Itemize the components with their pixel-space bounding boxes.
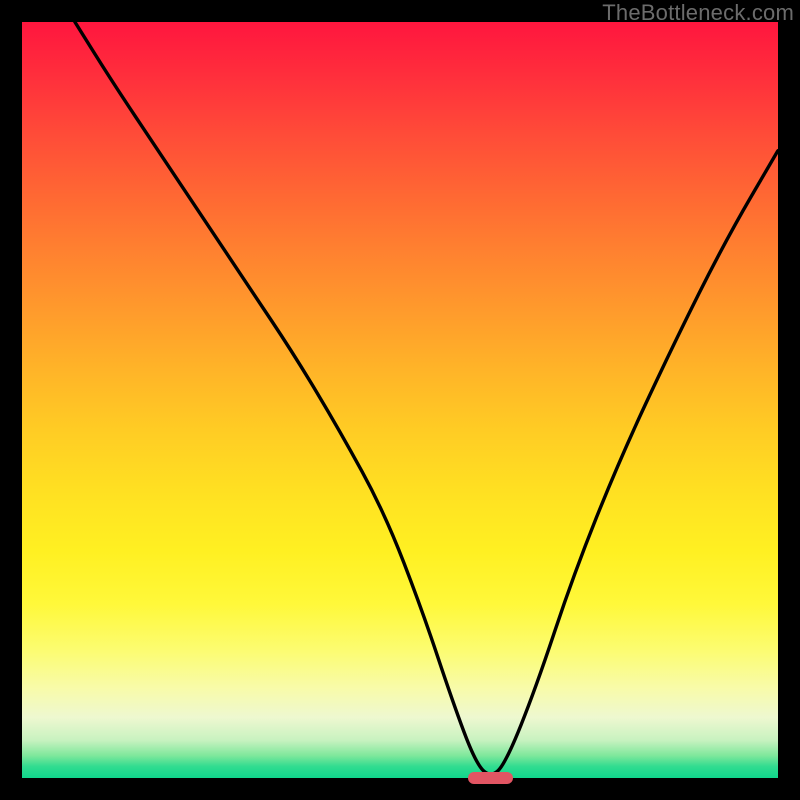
- chart-container: TheBottleneck.com: [0, 0, 800, 800]
- bottleneck-curve: [22, 22, 778, 778]
- plot-area: [22, 22, 778, 778]
- attribution-text: TheBottleneck.com: [602, 0, 794, 26]
- optimal-marker: [468, 772, 513, 785]
